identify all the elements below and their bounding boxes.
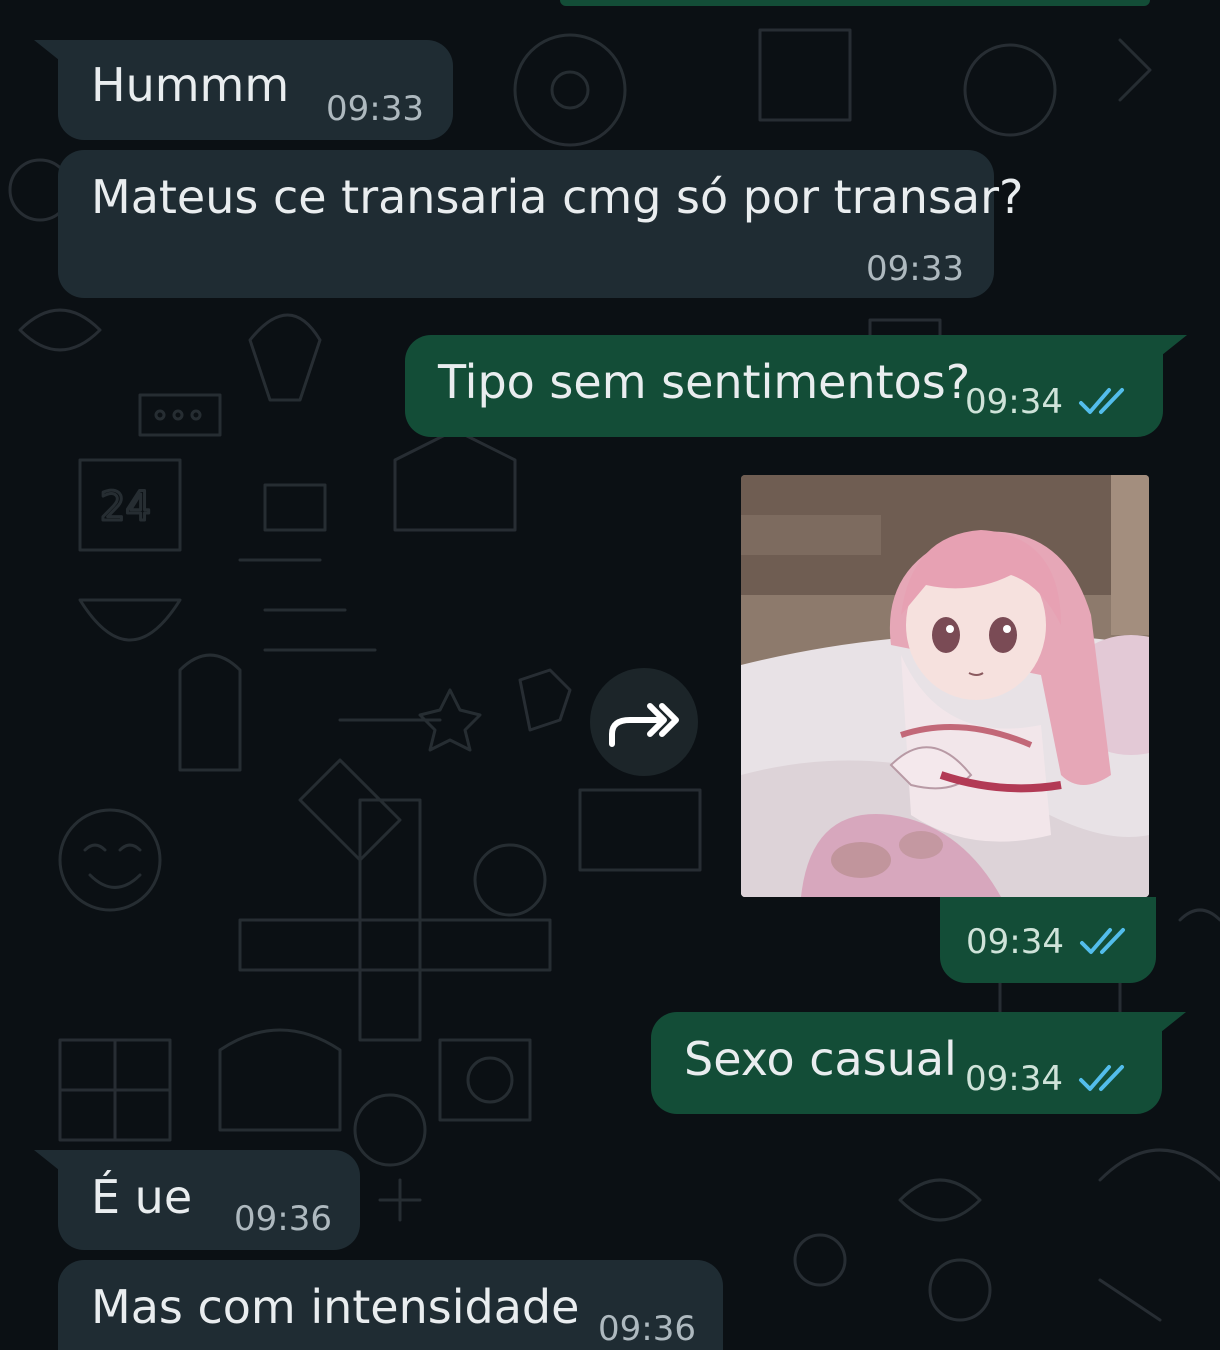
incoming-message[interactable]: Hummm 09:33 — [58, 40, 453, 140]
message-time: 09:34 — [965, 1059, 1063, 1099]
outgoing-message[interactable]: Tipo sem sentimentos? 09:34 — [405, 335, 1163, 437]
message-text: Hummm — [91, 58, 290, 112]
message-time: 09:34 — [966, 922, 1064, 962]
message-time: 09:33 — [326, 89, 424, 129]
previous-message-edge — [560, 0, 1150, 6]
chat-conversation: 24 Hummm 09:33 Mateus ce transaria cmg s… — [0, 0, 1220, 1350]
forward-icon — [609, 703, 679, 747]
svg-text:24: 24 — [100, 484, 151, 530]
bubble-tail — [34, 1150, 64, 1174]
bubble-tail — [1157, 335, 1187, 359]
double-check-icon — [1080, 928, 1125, 954]
anime-girl-image — [741, 475, 1149, 897]
outgoing-message[interactable]: Sexo casual 09:34 — [651, 1012, 1162, 1114]
bubble-tail — [34, 40, 64, 64]
double-check-icon — [1079, 388, 1124, 414]
message-time: 09:36 — [234, 1199, 332, 1239]
message-time: 09:34 — [965, 382, 1063, 422]
image-message[interactable] — [741, 475, 1149, 897]
incoming-message[interactable]: Mas com intensidade 09:36 — [58, 1260, 723, 1350]
message-text: Sexo casual — [684, 1032, 957, 1086]
message-text: É ue — [91, 1170, 193, 1224]
message-text: Mas com intensidade — [91, 1280, 580, 1334]
incoming-message[interactable]: Mateus ce transaria cmg só por transar? … — [58, 150, 1023, 298]
incoming-message[interactable]: É ue 09:36 — [58, 1150, 360, 1250]
bubble-tail — [1156, 1012, 1186, 1036]
message-text: Mateus ce transaria cmg só por transar? — [91, 170, 1024, 224]
message-time: 09:36 — [598, 1309, 696, 1349]
image-caption-bar: 09:34 — [940, 897, 1156, 983]
forward-button[interactable] — [590, 668, 698, 776]
message-text: Tipo sem sentimentos? — [438, 355, 971, 409]
double-check-icon — [1079, 1065, 1124, 1091]
message-time: 09:33 — [866, 249, 964, 289]
